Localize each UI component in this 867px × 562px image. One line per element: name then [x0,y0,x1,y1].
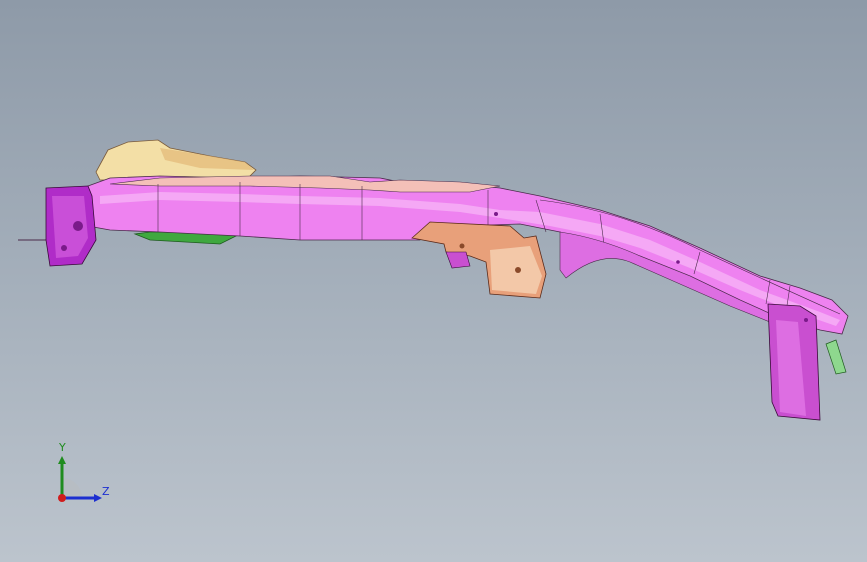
small-clip-part[interactable] [445,251,471,269]
axis-triad: Y Z [44,438,124,518]
rail-hole [676,260,680,264]
bracket-hole [459,243,465,249]
z-axis-label: Z [102,485,110,498]
cad-part-model[interactable] [0,0,867,562]
graphics-viewport[interactable]: Y Z [0,0,867,562]
z-axis-arrow [94,494,102,502]
rear-clip-part[interactable] [825,339,847,375]
rail-hole [494,212,498,216]
end-cap-hole [73,221,83,231]
bracket-hole [515,267,521,273]
x-axis-origin [58,494,66,502]
y-axis-arrow [58,456,66,464]
end-cap-hole [61,245,67,251]
y-axis-label: Y [59,441,66,454]
triad-graphic [58,456,102,502]
rail-hole [804,318,808,322]
triad-quadrant [62,478,82,498]
